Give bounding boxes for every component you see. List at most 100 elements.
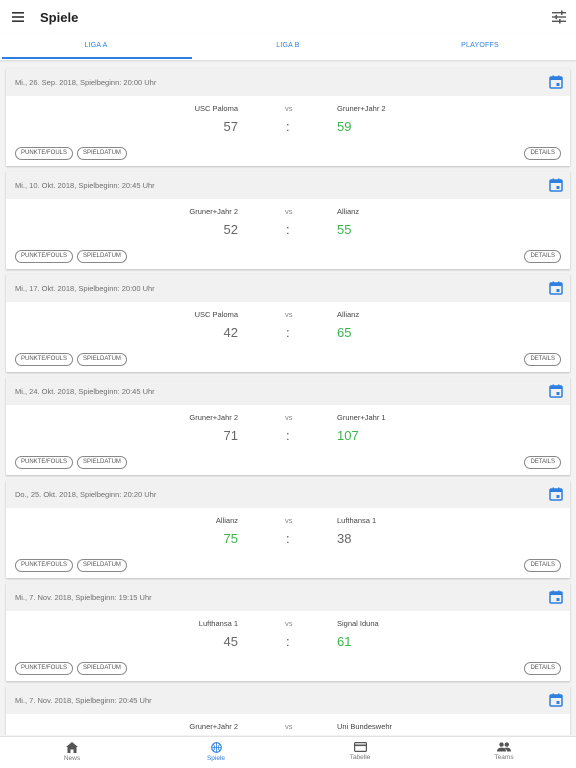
away-team: Allianz <box>337 310 360 319</box>
game-date: Mi., 26. Sep. 2018, Spielbeginn: 20:00 U… <box>15 77 157 87</box>
score-separator: : <box>286 634 290 649</box>
away-team: Uni Bundeswehr <box>337 722 393 731</box>
games-list[interactable]: Mi., 26. Sep. 2018, Spielbeginn: 20:00 U… <box>0 62 576 735</box>
game-card: Mi., 26. Sep. 2018, Spielbeginn: 20:00 U… <box>6 68 570 166</box>
game-date: Mi., 10. Okt. 2018, Spielbeginn: 20:45 U… <box>15 180 155 190</box>
nav-label: Teams <box>494 754 514 761</box>
menu-icon[interactable] <box>0 0 36 34</box>
filter-sliders-icon[interactable] <box>548 6 570 28</box>
home-icon <box>66 742 78 753</box>
nav-news[interactable]: News <box>0 737 144 768</box>
vs-label: vs <box>285 310 293 319</box>
score-separator: : <box>286 222 290 237</box>
details-button[interactable]: DETAILS <box>524 353 561 366</box>
punkte-fouls-button[interactable]: PUNKTE/FOULS <box>15 559 74 572</box>
spieldatum-button[interactable]: SPIELDATUM <box>77 250 127 263</box>
away-score: 59 <box>337 119 352 134</box>
details-button[interactable]: DETAILS <box>524 662 561 675</box>
score-separator: : <box>286 428 290 443</box>
calendar-icon[interactable] <box>549 693 563 707</box>
game-header: Mi., 24. Okt. 2018, Spielbeginn: 20:45 U… <box>6 377 570 405</box>
calendar-icon[interactable] <box>549 178 563 192</box>
nav-tabelle[interactable]: Tabelle <box>288 737 432 768</box>
home-score: 71 <box>223 428 238 443</box>
vs-label: vs <box>285 619 293 628</box>
away-team: Lufthansa 1 <box>337 516 377 525</box>
away-score: 55 <box>337 222 352 237</box>
home-team: Allianz <box>215 516 238 525</box>
home-team: USC Paloma <box>194 310 238 319</box>
game-card: Do., 25. Okt. 2018, Spielbeginn: 20:20 U… <box>6 480 570 578</box>
spieldatum-button[interactable]: SPIELDATUM <box>77 662 127 675</box>
calendar-icon[interactable] <box>549 384 563 398</box>
score-separator: : <box>286 325 290 340</box>
tab-liga-a[interactable]: LIGA A <box>0 34 192 60</box>
game-date: Mi., 7. Nov. 2018, Spielbeginn: 20:45 Uh… <box>15 695 152 705</box>
calendar-icon[interactable] <box>549 590 563 604</box>
vs-label: vs <box>285 207 293 216</box>
home-team: Gruner+Jahr 2 <box>189 207 238 216</box>
away-team: Allianz <box>337 207 360 216</box>
table-card-icon <box>353 742 367 752</box>
punkte-fouls-button[interactable]: PUNKTE/FOULS <box>15 662 74 675</box>
details-button[interactable]: DETAILS <box>524 456 561 469</box>
spieldatum-button[interactable]: SPIELDATUM <box>77 559 127 572</box>
page-title: Spiele <box>40 9 79 25</box>
bottom-navigation: News Spiele Tabelle Teams <box>0 736 576 768</box>
vs-label: vs <box>285 516 293 525</box>
nav-spiele[interactable]: Spiele <box>144 737 288 768</box>
game-header: Mi., 7. Nov. 2018, Spielbeginn: 19:15 Uh… <box>6 583 570 611</box>
nav-label: Tabelle <box>349 754 371 761</box>
spieldatum-button[interactable]: SPIELDATUM <box>77 147 127 160</box>
away-team: Gruner+Jahr 1 <box>337 413 386 422</box>
vs-label: vs <box>285 413 293 422</box>
game-date: Mi., 7. Nov. 2018, Spielbeginn: 19:15 Uh… <box>15 592 152 602</box>
away-score: 65 <box>337 325 352 340</box>
vs-label: vs <box>285 104 293 113</box>
calendar-icon[interactable] <box>549 487 563 501</box>
home-score: 57 <box>223 119 238 134</box>
away-score: 38 <box>337 531 352 546</box>
home-team: USC Paloma <box>194 104 238 113</box>
home-team: Gruner+Jahr 2 <box>189 413 238 422</box>
game-card: Mi., 17. Okt. 2018, Spielbeginn: 20:00 U… <box>6 274 570 372</box>
game-card: Mi., 10. Okt. 2018, Spielbeginn: 20:45 U… <box>6 171 570 269</box>
game-date: Mi., 17. Okt. 2018, Spielbeginn: 20:00 U… <box>15 283 155 293</box>
game-header: Mi., 26. Sep. 2018, Spielbeginn: 20:00 U… <box>6 68 570 96</box>
home-score: 42 <box>223 325 238 340</box>
punkte-fouls-button[interactable]: PUNKTE/FOULS <box>15 353 74 366</box>
game-card: Mi., 7. Nov. 2018, Spielbeginn: 19:15 Uh… <box>6 583 570 681</box>
home-team: Gruner+Jahr 2 <box>189 722 238 731</box>
app-bar: Spiele <box>0 0 576 34</box>
details-button[interactable]: DETAILS <box>524 250 561 263</box>
spieldatum-button[interactable]: SPIELDATUM <box>77 456 127 469</box>
game-header: Mi., 10. Okt. 2018, Spielbeginn: 20:45 U… <box>6 171 570 199</box>
away-team: Signal Iduna <box>337 619 379 628</box>
game-header: Mi., 7. Nov. 2018, Spielbeginn: 20:45 Uh… <box>6 686 570 714</box>
score-separator: : <box>286 531 290 546</box>
home-score: 75 <box>223 531 238 546</box>
calendar-icon[interactable] <box>549 281 563 295</box>
punkte-fouls-button[interactable]: PUNKTE/FOULS <box>15 456 74 469</box>
score-separator: : <box>286 119 290 134</box>
details-button[interactable]: DETAILS <box>524 147 561 160</box>
league-tabs: LIGA A LIGA B PLAYOFFS <box>0 34 576 60</box>
away-score: 61 <box>337 634 352 649</box>
punkte-fouls-button[interactable]: PUNKTE/FOULS <box>15 147 74 160</box>
nav-teams[interactable]: Teams <box>432 737 576 768</box>
nav-label: News <box>63 755 81 762</box>
vs-label: vs <box>285 722 293 731</box>
spieldatum-button[interactable]: SPIELDATUM <box>77 353 127 366</box>
calendar-icon[interactable] <box>549 75 563 89</box>
game-date: Do., 25. Okt. 2018, Spielbeginn: 20:20 U… <box>15 489 157 499</box>
game-header: Do., 25. Okt. 2018, Spielbeginn: 20:20 U… <box>6 480 570 508</box>
tab-liga-b[interactable]: LIGA B <box>192 34 384 60</box>
home-team: Lufthansa 1 <box>198 619 238 628</box>
tab-playoffs[interactable]: PLAYOFFS <box>384 34 576 60</box>
away-team: Gruner+Jahr 2 <box>337 104 386 113</box>
game-date: Mi., 24. Okt. 2018, Spielbeginn: 20:45 U… <box>15 386 155 396</box>
game-card: Mi., 24. Okt. 2018, Spielbeginn: 20:45 U… <box>6 377 570 475</box>
punkte-fouls-button[interactable]: PUNKTE/FOULS <box>15 250 74 263</box>
home-score: 45 <box>223 634 238 649</box>
details-button[interactable]: DETAILS <box>524 559 561 572</box>
